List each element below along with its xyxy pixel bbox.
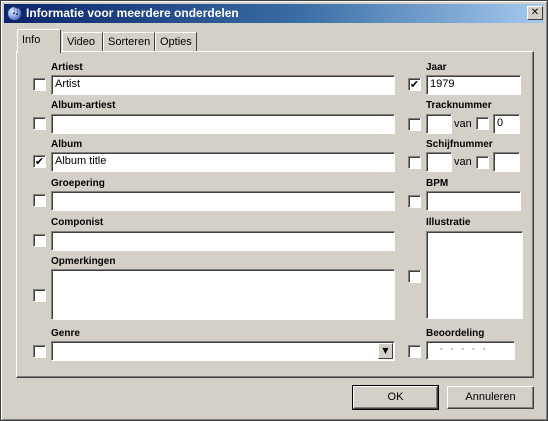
tab-video[interactable]: Video [62, 32, 103, 52]
artist-checkbox[interactable] [33, 78, 46, 91]
disc-number-checkbox[interactable] [408, 156, 421, 169]
chevron-down-icon[interactable]: ▼ [378, 343, 393, 359]
album-field[interactable]: Album title [51, 152, 395, 172]
artwork-label: Illustratie [426, 217, 471, 228]
track-count-checkbox[interactable] [476, 117, 489, 130]
grouping-label: Groepering [51, 178, 105, 189]
album-label: Album [51, 139, 83, 150]
bpm-label: BPM [426, 178, 449, 189]
comments-label: Opmerkingen [51, 256, 116, 267]
track-number-label: Tracknummer [426, 100, 492, 111]
composer-field[interactable] [51, 231, 395, 251]
tab-sorteren[interactable]: Sorteren [103, 32, 155, 52]
track-of-label: van [454, 118, 472, 130]
disc-count-checkbox[interactable] [476, 156, 489, 169]
genre-checkbox[interactable] [33, 345, 46, 358]
title-bar: Informatie voor meerdere onderdelen ✕ [4, 4, 544, 23]
disc-number-field[interactable] [426, 152, 452, 172]
rating-label: Beoordeling [426, 328, 485, 339]
window-title: Informatie voor meerdere onderdelen [26, 6, 239, 20]
bpm-field[interactable] [426, 191, 521, 211]
genre-label: Genre [51, 328, 80, 339]
year-checkbox[interactable]: ✔ [408, 78, 421, 91]
grouping-checkbox[interactable] [33, 194, 46, 207]
grouping-field[interactable] [51, 191, 395, 211]
app-icon [7, 6, 22, 21]
artwork-checkbox[interactable] [408, 270, 421, 283]
comments-field[interactable] [51, 269, 395, 320]
composer-checkbox[interactable] [33, 234, 46, 247]
artist-field[interactable]: Artist [51, 75, 395, 95]
dialog-window: Informatie voor meerdere onderdelen ✕ In… [0, 0, 548, 421]
year-label: Jaar [426, 62, 447, 73]
genre-select[interactable]: ▼ [51, 341, 395, 361]
album-artist-field[interactable] [51, 114, 395, 134]
cancel-button[interactable]: Annuleren [447, 386, 534, 409]
year-field[interactable]: 1979 [426, 75, 521, 95]
disc-number-label: Schijfnummer [426, 139, 493, 150]
track-number-checkbox[interactable] [408, 118, 421, 131]
album-artist-checkbox[interactable] [33, 117, 46, 130]
comments-checkbox[interactable] [33, 289, 46, 302]
album-checkbox[interactable]: ✔ [33, 155, 46, 168]
tab-info[interactable]: Info [17, 29, 61, 53]
artwork-well[interactable] [426, 231, 523, 319]
ok-button[interactable]: OK [352, 385, 439, 410]
disc-of-label: van [454, 156, 472, 168]
rating-field[interactable]: ••••• [426, 341, 515, 360]
disc-count-field[interactable] [493, 152, 520, 172]
album-artist-label: Album-artiest [51, 100, 116, 111]
rating-checkbox[interactable] [408, 345, 421, 358]
composer-label: Componist [51, 217, 104, 228]
rating-stars[interactable]: ••••• [439, 345, 493, 354]
track-count-field[interactable]: 0 [493, 114, 520, 134]
tab-opties[interactable]: Opties [155, 32, 197, 52]
track-number-field[interactable] [426, 114, 452, 134]
close-button[interactable]: ✕ [527, 6, 543, 20]
artist-label: Artiest [51, 62, 83, 73]
bpm-checkbox[interactable] [408, 195, 421, 208]
